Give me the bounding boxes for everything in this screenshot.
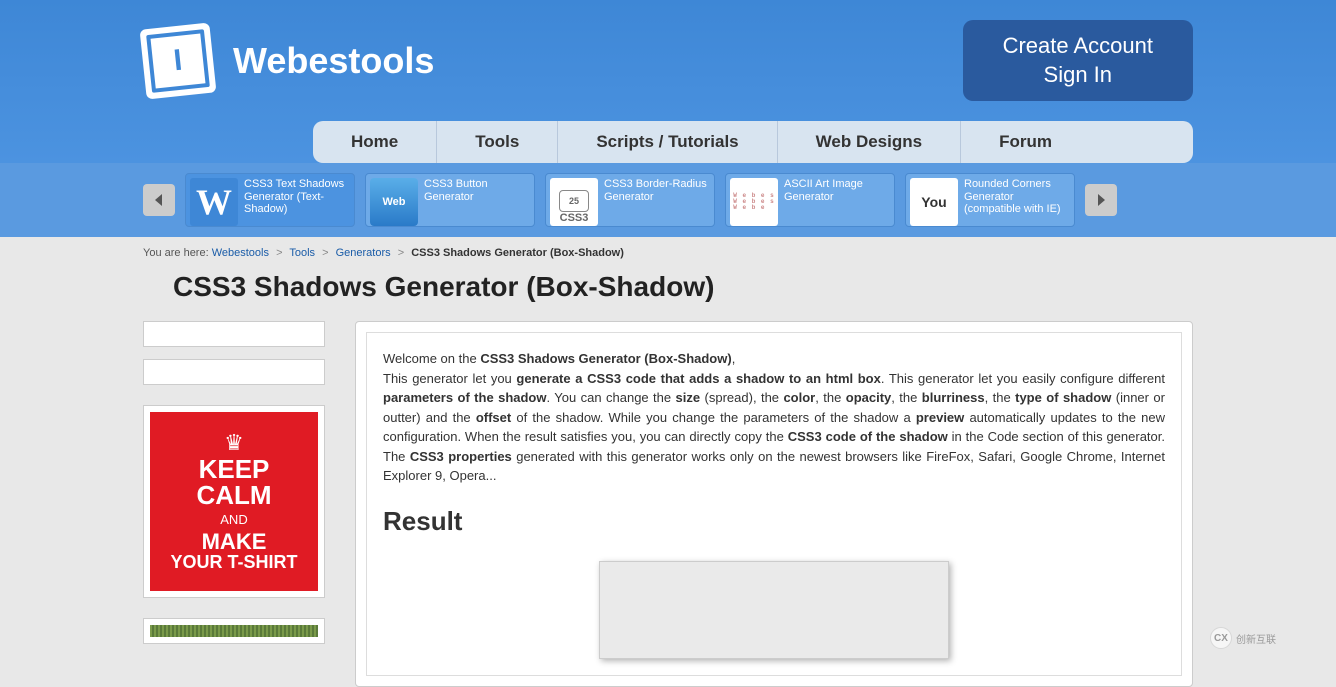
nav-designs[interactable]: Web Designs — [778, 121, 961, 163]
tool-label: CSS3 Text Shadows Generator (Text-Shadow… — [244, 178, 350, 222]
nav-tools[interactable]: Tools — [437, 121, 558, 163]
tool-label: CSS3 Border-Radius Generator — [604, 178, 710, 222]
account-box: Create Account Sign In — [963, 20, 1193, 101]
tool-card-button-generator[interactable]: Web CSS3 Button Generator — [365, 173, 535, 227]
tool-card-border-radius[interactable]: 25 CSS3 CSS3 Border-Radius Generator — [545, 173, 715, 227]
create-account-link[interactable]: Create Account — [1003, 32, 1153, 61]
breadcrumb-link[interactable]: Webestools — [212, 247, 269, 259]
page-title: CSS3 Shadows Generator (Box-Shadow) — [143, 263, 1193, 321]
carousel-prev-button[interactable] — [143, 184, 175, 216]
tool-thumb: W e b e sW e b e sW e b e — [730, 178, 778, 226]
tool-label: ASCII Art Image Generator — [784, 178, 890, 222]
carousel-next-button[interactable] — [1085, 184, 1117, 216]
tool-thumb: You — [910, 178, 958, 226]
tool-label: Rounded Corners Generator (compatible wi… — [964, 178, 1070, 222]
result-heading: Result — [383, 506, 1165, 537]
logo-text: Webestools — [233, 40, 434, 82]
sidebar-ad-keepcalm[interactable]: ♛ KEEP CALM AND MAKE YOUR T-SHIRT — [143, 405, 325, 598]
intro-text: Welcome on the CSS3 Shadows Generator (B… — [383, 349, 1165, 486]
watermark: CX 创新互联 — [1210, 623, 1330, 653]
main-nav: Home Tools Scripts / Tutorials Web Desig… — [313, 121, 1193, 163]
sidebar-box — [143, 321, 325, 347]
breadcrumb-link[interactable]: Tools — [289, 247, 315, 259]
breadcrumb-link[interactable]: Generators — [336, 247, 391, 259]
breadcrumb-current: CSS3 Shadows Generator (Box-Shadow) — [411, 247, 624, 259]
sidebar: ♛ KEEP CALM AND MAKE YOUR T-SHIRT — [143, 321, 325, 687]
sidebar-box — [143, 359, 325, 385]
nav-scripts[interactable]: Scripts / Tutorials — [558, 121, 777, 163]
breadcrumb: You are here: Webestools > Tools > Gener… — [143, 237, 1193, 263]
signin-link[interactable]: Sign In — [1003, 61, 1153, 90]
breadcrumb-prefix: You are here: — [143, 247, 209, 259]
arrow-right-icon — [1093, 192, 1109, 208]
tool-card-text-shadows[interactable]: W CSS3 Text Shadows Generator (Text-Shad… — [185, 173, 355, 227]
logo-icon: I — [140, 22, 217, 99]
tool-thumb: Web — [370, 178, 418, 226]
tool-label: CSS3 Button Generator — [424, 178, 530, 222]
crown-icon: ♛ — [156, 430, 312, 456]
main-content: Welcome on the CSS3 Shadows Generator (B… — [355, 321, 1193, 687]
tool-card-ascii-art[interactable]: W e b e sW e b e sW e b e ASCII Art Imag… — [725, 173, 895, 227]
sidebar-ad[interactable] — [143, 618, 325, 644]
nav-forum[interactable]: Forum — [961, 121, 1090, 163]
tool-card-rounded-corners[interactable]: You Rounded Corners Generator (compatibl… — [905, 173, 1075, 227]
logo[interactable]: I Webestools — [143, 26, 434, 96]
tool-thumb: W — [190, 178, 238, 226]
nav-home[interactable]: Home — [313, 121, 437, 163]
arrow-left-icon — [151, 192, 167, 208]
shadow-preview-box — [599, 561, 949, 659]
tool-thumb: 25 CSS3 — [550, 178, 598, 226]
